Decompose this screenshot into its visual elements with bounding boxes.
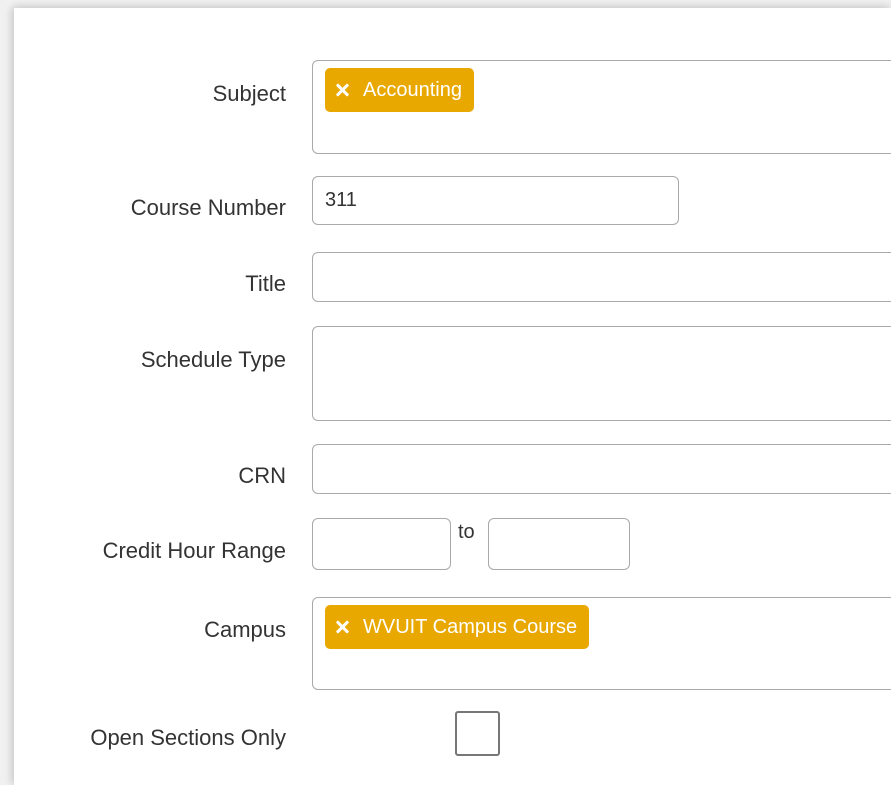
credit-hour-from-input[interactable] [312, 518, 451, 570]
schedule-type-multiselect[interactable] [312, 326, 891, 421]
title-input[interactable] [312, 252, 891, 302]
open-sections-only-checkbox[interactable] [455, 711, 500, 756]
campus-tag-wvuit: WVUIT Campus Course [325, 605, 590, 649]
campus-label: Campus [204, 617, 286, 642]
close-x-icon[interactable] [335, 620, 349, 634]
subject-tag-label: Accounting [363, 79, 462, 101]
course-search-form: Subject Accounting Course Number Title S… [14, 8, 891, 785]
subject-tag-accounting: Accounting [325, 68, 474, 112]
crn-label: CRN [238, 463, 286, 488]
subject-multiselect[interactable]: Accounting [312, 60, 891, 154]
title-label: Title [245, 271, 286, 296]
credit-hour-range-label: Credit Hour Range [102, 538, 286, 563]
campus-tag-label: WVUIT Campus Course [363, 616, 578, 638]
credit-hour-to-label: to [458, 521, 475, 543]
open-sections-only-label: Open Sections Only [90, 725, 286, 750]
campus-multiselect[interactable]: WVUIT Campus Course [312, 597, 891, 690]
crn-input[interactable] [312, 444, 891, 494]
course-number-input[interactable] [312, 176, 679, 225]
subject-label: Subject [212, 81, 286, 106]
close-x-icon[interactable] [335, 83, 349, 97]
course-number-label: Course Number [130, 195, 286, 220]
credit-hour-to-input[interactable] [488, 518, 630, 570]
schedule-type-label: Schedule Type [140, 347, 286, 372]
